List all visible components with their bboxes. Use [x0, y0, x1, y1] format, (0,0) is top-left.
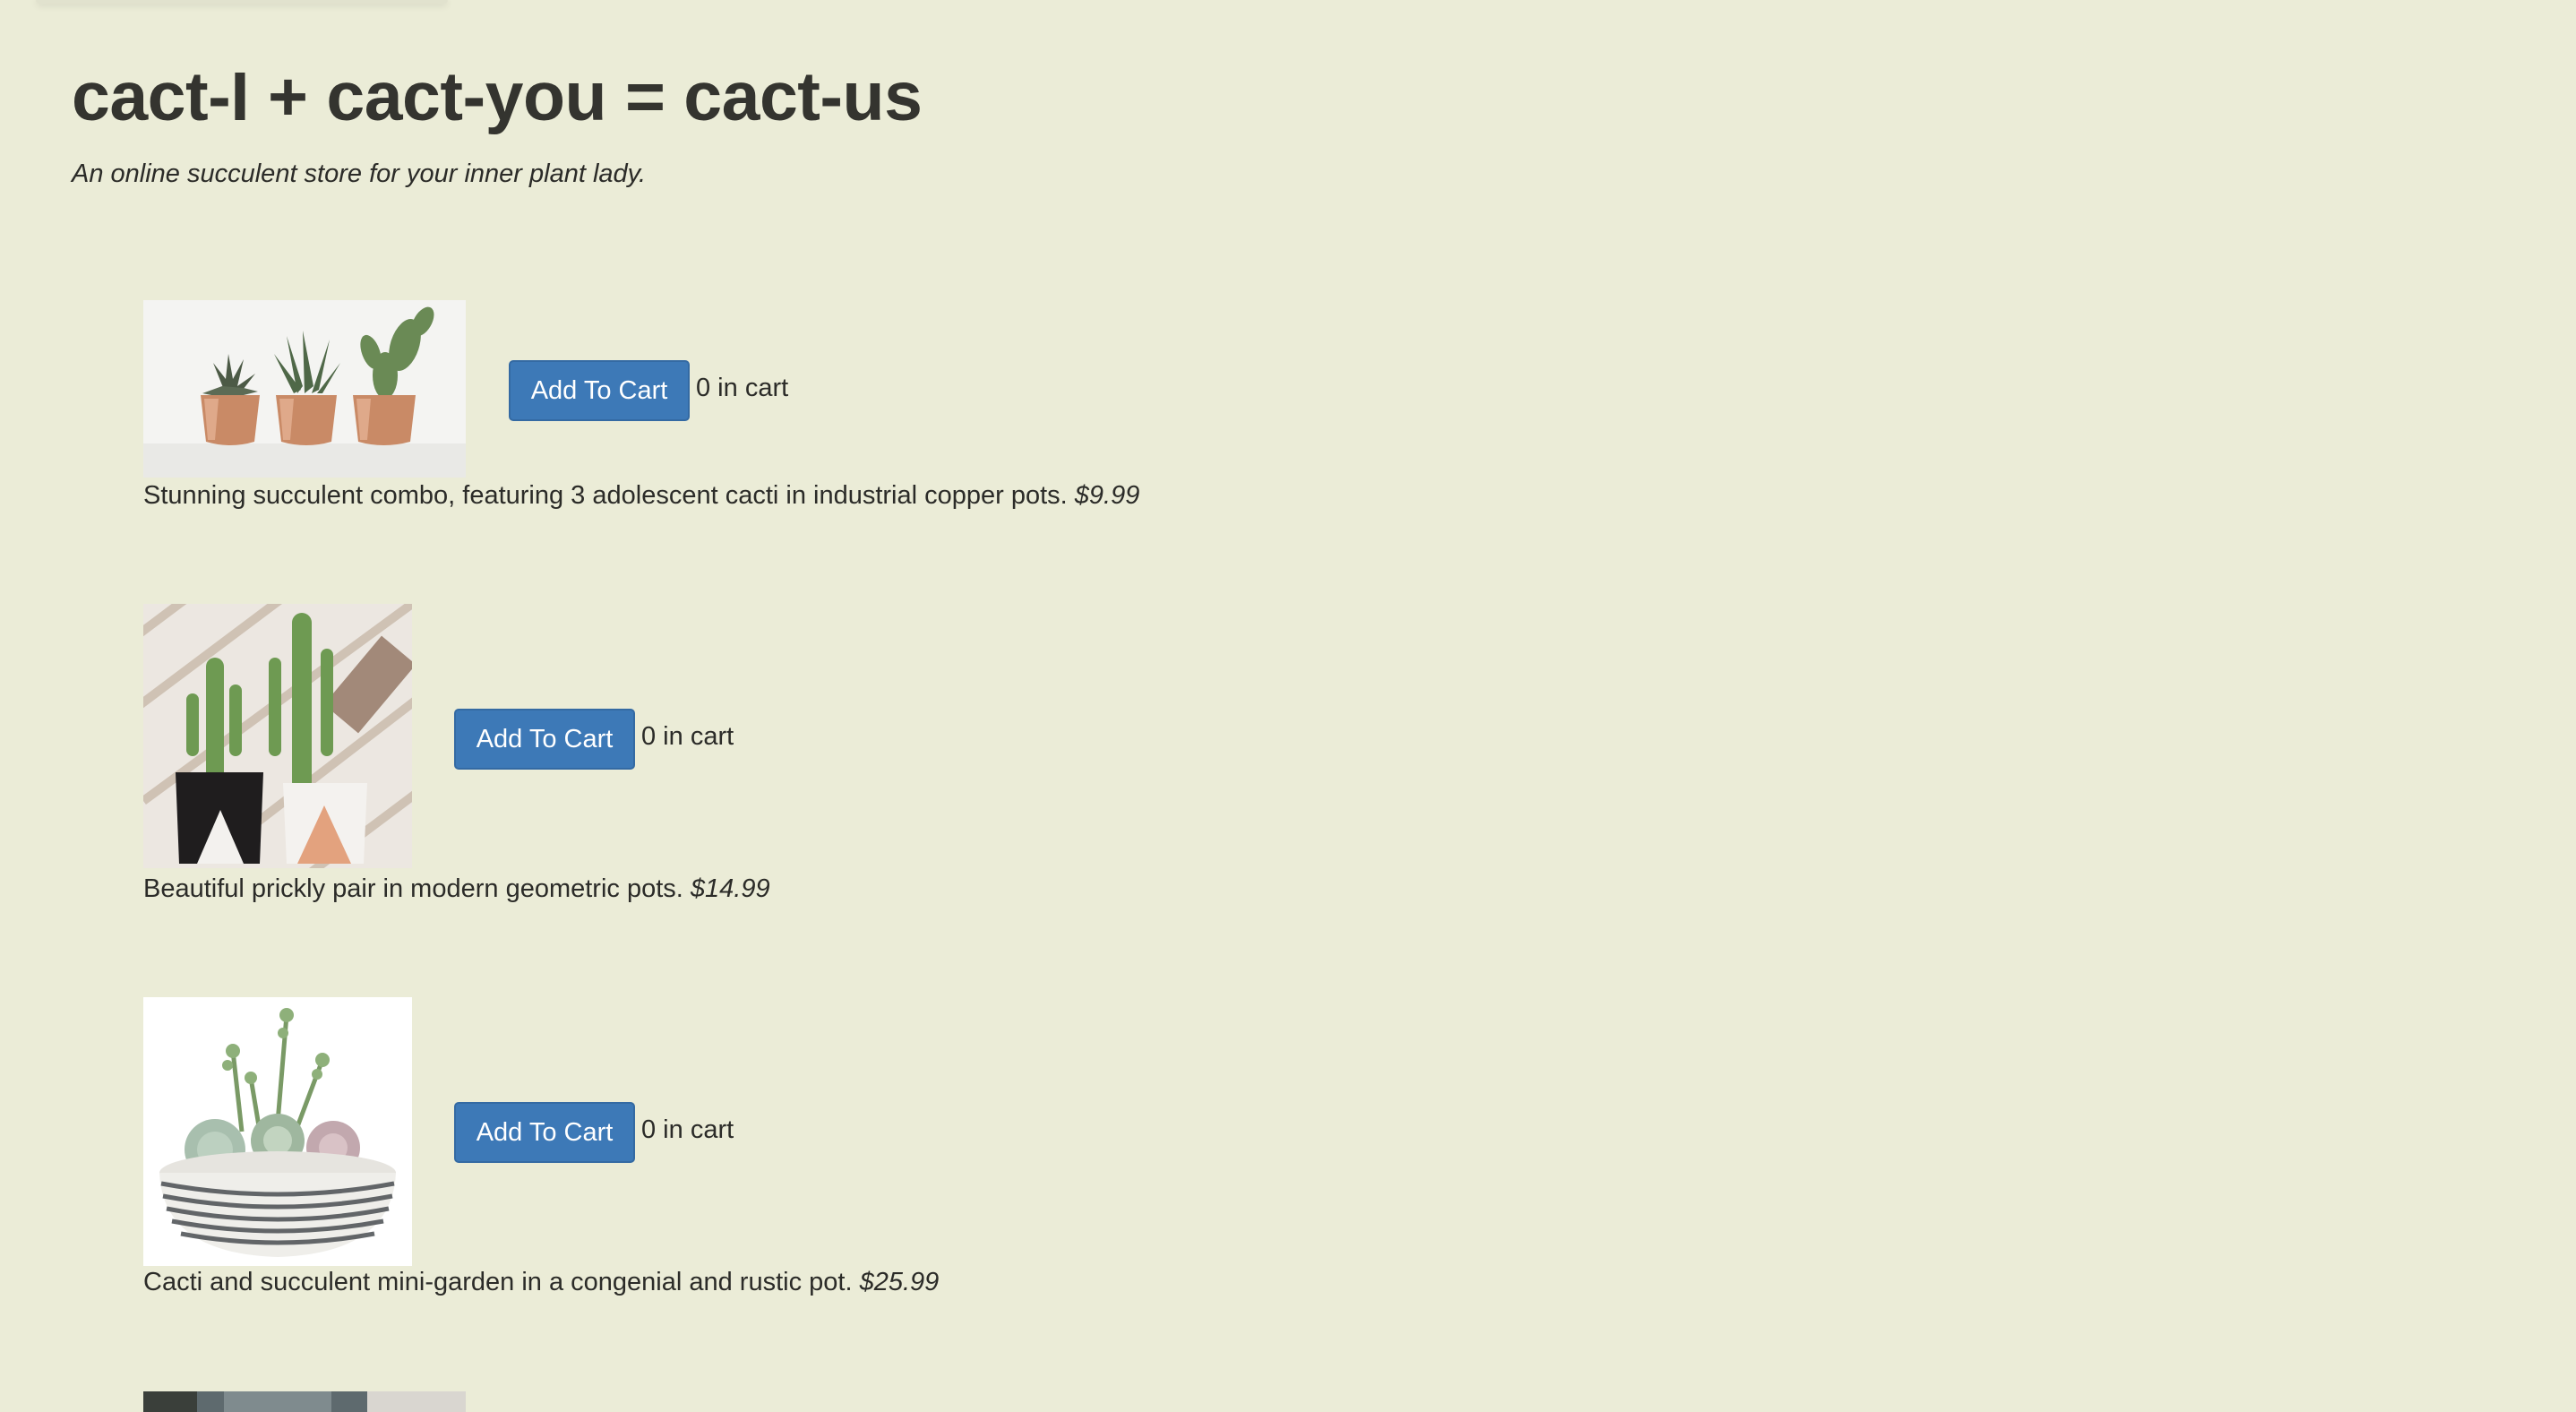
cart-count: 0 in cart — [641, 722, 734, 751]
product-description-text: Stunning succulent combo, featuring 3 ad… — [143, 481, 1068, 510]
add-to-cart-button[interactable]: Add To Cart — [454, 709, 635, 770]
page-title: cact-I + cact-you = cact-us — [72, 58, 923, 135]
top-edge-shadow — [36, 0, 448, 4]
geometric-pots-cacti-photo — [143, 604, 412, 868]
add-to-cart-button[interactable]: Add To Cart — [454, 1102, 635, 1163]
product-description-text: Cacti and succulent mini-garden in a con… — [143, 1268, 853, 1296]
product-description-text: Beautiful prickly pair in modern geometr… — [143, 874, 683, 903]
copper-pots-cacti-photo — [143, 300, 466, 478]
product-description: Beautiful prickly pair in modern geometr… — [143, 874, 770, 904]
product-price: $25.99 — [859, 1268, 940, 1296]
product-price: $14.99 — [690, 874, 770, 903]
add-to-cart-button[interactable]: Add To Cart — [509, 360, 690, 421]
cart-count: 0 in cart — [641, 1115, 734, 1144]
product-price: $9.99 — [1074, 481, 1140, 510]
product-description: Cacti and succulent mini-garden in a con… — [143, 1268, 939, 1297]
page-tagline: An online succulent store for your inner… — [72, 159, 647, 188]
product-description: Stunning succulent combo, featuring 3 ad… — [143, 481, 1139, 511]
partial-product-photo — [143, 1391, 466, 1412]
mini-garden-succulents-photo — [143, 997, 412, 1266]
cart-count: 0 in cart — [696, 374, 789, 402]
